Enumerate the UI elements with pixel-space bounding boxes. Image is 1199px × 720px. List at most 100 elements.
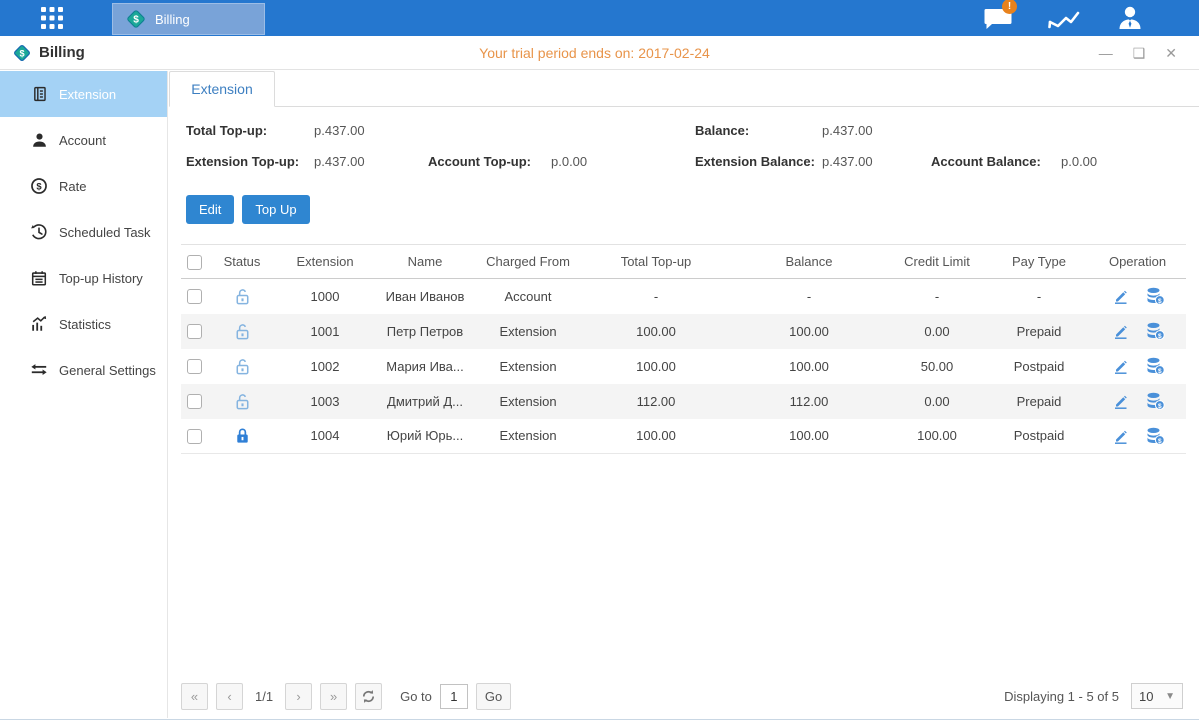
sidebar-item-scheduled-task[interactable]: Scheduled Task xyxy=(0,209,167,255)
main-content: Extension Total Top-up: p.437.00 Balance… xyxy=(169,71,1199,718)
sidebar-item-topup-history[interactable]: Top-up History xyxy=(0,255,167,301)
status-lock-cell[interactable] xyxy=(207,419,277,454)
maximize-icon[interactable]: ❑ xyxy=(1133,46,1146,60)
row-checkbox[interactable] xyxy=(187,429,202,444)
sidebar-item-label: Statistics xyxy=(59,317,111,332)
top-up-row-icon[interactable]: $ xyxy=(1145,322,1165,340)
sidebar-item-label: Rate xyxy=(59,179,86,194)
edit-row-icon[interactable] xyxy=(1111,322,1129,340)
select-all-checkbox[interactable] xyxy=(187,255,202,270)
row-checkbox[interactable] xyxy=(187,359,202,374)
status-lock-cell[interactable] xyxy=(207,384,277,419)
charged-from-cell: Extension xyxy=(477,384,579,419)
topbar-icons: ! xyxy=(981,3,1147,33)
table-row: 1003Дмитрий Д...Extension112.00112.000.0… xyxy=(181,384,1186,419)
apps-grid-icon[interactable] xyxy=(34,0,70,36)
sidebar-item-general-settings[interactable]: General Settings xyxy=(0,347,167,393)
taskbar-item-billing[interactable]: $ Billing xyxy=(112,3,265,35)
tab-extension[interactable]: Extension xyxy=(169,71,275,107)
svg-text:$: $ xyxy=(1157,298,1161,305)
sidebar-item-account[interactable]: Account xyxy=(0,117,167,163)
name-cell: Иван Иванов xyxy=(373,279,477,314)
refresh-button[interactable] xyxy=(355,683,382,710)
top-up-row-icon[interactable]: $ xyxy=(1145,357,1165,375)
prev-page-button[interactable]: ‹ xyxy=(216,683,243,710)
go-button[interactable]: Go xyxy=(476,683,511,710)
charged-from-cell: Extension xyxy=(477,419,579,454)
table-row: 1000Иван ИвановAccount----$ xyxy=(181,279,1186,314)
pay-type-cell: Prepaid xyxy=(989,314,1089,349)
grid-glyph xyxy=(39,5,65,31)
status-lock-cell[interactable] xyxy=(207,279,277,314)
extension-cell: 1001 xyxy=(277,314,373,349)
sliders-icon xyxy=(30,360,48,380)
row-checkbox[interactable] xyxy=(187,289,202,304)
clock-icon xyxy=(30,222,48,242)
window-title: Billing xyxy=(39,44,85,61)
col-name: Name xyxy=(373,245,477,279)
person-bust-icon xyxy=(1116,4,1144,32)
ledger-icon xyxy=(30,84,48,104)
account-topup-label: Account Top-up: xyxy=(428,154,531,169)
lock-closed-icon xyxy=(233,426,252,445)
top-up-button[interactable]: Top Up xyxy=(242,195,309,224)
edit-button[interactable]: Edit xyxy=(186,195,234,224)
user-account-button[interactable] xyxy=(1113,3,1147,33)
pagination-bar: « ‹ 1/1 › » Go to Go Displaying 1 - 5 of… xyxy=(181,682,1183,710)
lock-open-icon xyxy=(233,322,252,341)
col-balance: Balance xyxy=(733,245,885,279)
calendar-icon xyxy=(30,268,48,288)
top-up-row-icon[interactable]: $ xyxy=(1145,287,1165,305)
edit-row-icon[interactable] xyxy=(1111,287,1129,305)
name-cell: Юрий Юрь... xyxy=(373,419,477,454)
svg-text:$: $ xyxy=(1157,333,1161,340)
reports-button[interactable] xyxy=(1047,3,1081,33)
goto-label: Go to xyxy=(400,689,432,704)
last-page-button[interactable]: » xyxy=(320,683,347,710)
svg-text:$: $ xyxy=(133,15,139,26)
account-topup-value: p.0.00 xyxy=(551,154,587,169)
next-page-button[interactable]: › xyxy=(285,683,312,710)
messages-button[interactable]: ! xyxy=(981,3,1015,33)
row-checkbox[interactable] xyxy=(187,394,202,409)
pay-type-cell: Postpaid xyxy=(989,419,1089,454)
page-size-select[interactable]: 10 ▼ xyxy=(1131,683,1183,709)
row-checkbox[interactable] xyxy=(187,324,202,339)
top-up-row-icon[interactable]: $ xyxy=(1145,392,1165,410)
status-lock-cell[interactable] xyxy=(207,314,277,349)
sidebar-item-label: Extension xyxy=(59,87,116,102)
sidebar-item-statistics[interactable]: Statistics xyxy=(0,301,167,347)
sidebar-item-rate[interactable]: $ Rate xyxy=(0,163,167,209)
edit-row-icon[interactable] xyxy=(1111,392,1129,410)
operation-cell: $ xyxy=(1089,357,1186,375)
close-icon[interactable]: ✕ xyxy=(1165,46,1177,60)
extension-topup-value: p.437.00 xyxy=(314,154,365,169)
table-row: 1002Мария Ива...Extension100.00100.0050.… xyxy=(181,349,1186,384)
billing-diamond-icon: $ xyxy=(12,43,32,63)
sidebar-item-extension[interactable]: Extension xyxy=(0,71,167,117)
sidebar-item-label: Top-up History xyxy=(59,271,143,286)
goto-page-input[interactable] xyxy=(440,684,468,709)
top-up-row-icon[interactable]: $ xyxy=(1145,427,1165,445)
page-indicator: 1/1 xyxy=(255,689,273,704)
chevron-down-icon: ▼ xyxy=(1165,691,1175,702)
edit-row-icon[interactable] xyxy=(1111,357,1129,375)
tab-strip: Extension xyxy=(169,71,1199,107)
balance-cell: 100.00 xyxy=(733,314,885,349)
total-topup-value: p.437.00 xyxy=(314,123,365,138)
lock-open-icon xyxy=(233,392,252,411)
sidebar-item-label: Scheduled Task xyxy=(59,225,151,240)
extension-cell: 1004 xyxy=(277,419,373,454)
balance-cell: 112.00 xyxy=(733,384,885,419)
first-page-button[interactable]: « xyxy=(181,683,208,710)
status-lock-cell[interactable] xyxy=(207,349,277,384)
displaying-text: Displaying 1 - 5 of 5 xyxy=(1004,689,1119,704)
svg-text:$: $ xyxy=(1157,438,1161,445)
balance-cell: 100.00 xyxy=(733,419,885,454)
balance-label: Balance: xyxy=(695,123,749,138)
edit-row-icon[interactable] xyxy=(1111,427,1129,445)
sidebar-item-label: General Settings xyxy=(59,363,156,378)
extensions-table: Status Extension Name Charged From Total… xyxy=(181,244,1186,454)
minimize-icon[interactable]: — xyxy=(1099,46,1113,60)
billing-diamond-icon: $ xyxy=(125,8,147,30)
